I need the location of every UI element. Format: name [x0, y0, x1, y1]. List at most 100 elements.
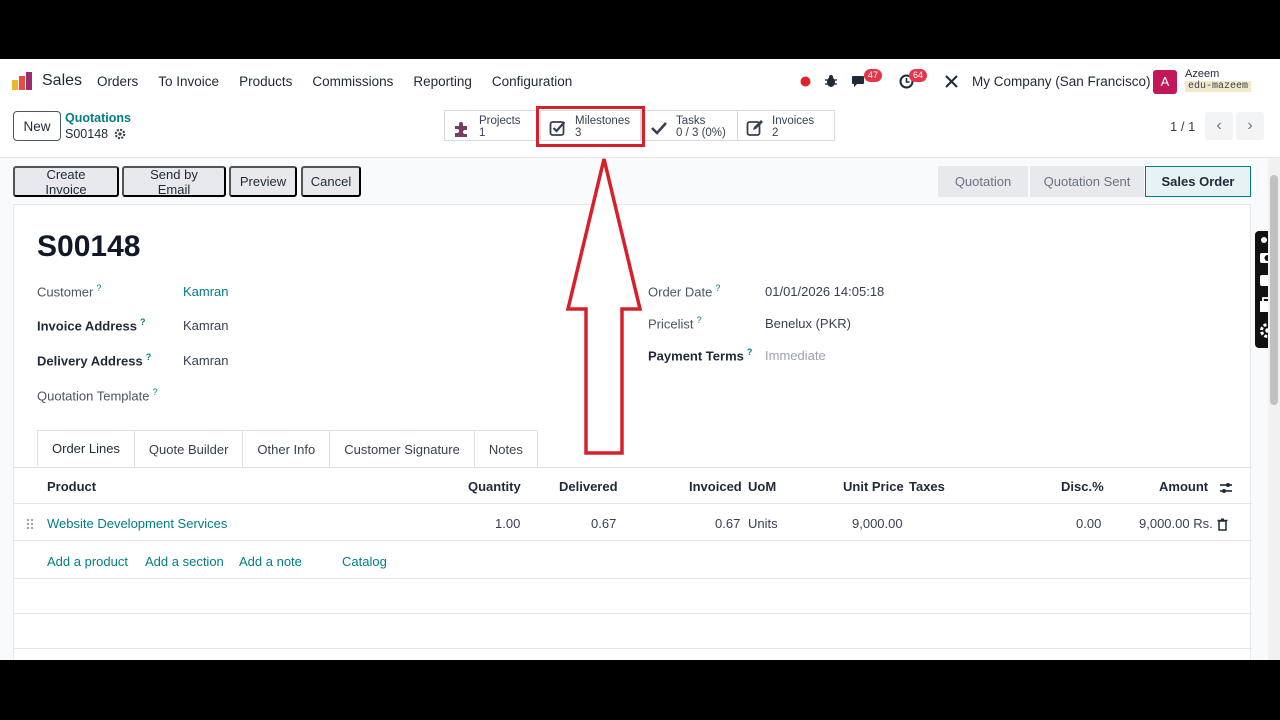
pager-next-button[interactable]: › [1236, 112, 1264, 140]
column-product[interactable]: Product [47, 479, 96, 494]
menu-orders[interactable]: Orders [97, 74, 138, 89]
tab-other-info[interactable]: Other Info [242, 430, 331, 467]
status-quotation[interactable]: Quotation [938, 166, 1028, 197]
check-icon [651, 122, 667, 135]
tab-notes[interactable]: Notes [473, 430, 538, 467]
column-invoiced[interactable]: Invoiced [689, 479, 742, 494]
status-quotation-sent[interactable]: Quotation Sent [1030, 166, 1144, 197]
payment-terms-label: Payment Terms? [648, 347, 752, 363]
row-divider [14, 648, 1252, 649]
help-mark[interactable]: ? [747, 347, 753, 357]
trash-icon[interactable] [1217, 518, 1228, 531]
line-delivered[interactable]: 0.67 [591, 516, 616, 531]
column-delivered[interactable]: Delivered [559, 479, 618, 494]
user-avatar[interactable]: A [1153, 70, 1177, 94]
cancel-button[interactable]: Cancel [301, 166, 361, 197]
pricelist-label: Pricelist? [648, 315, 702, 331]
projects-label: Projects [479, 115, 521, 127]
new-button[interactable]: New [13, 111, 61, 141]
delivery-address-label-text: Delivery Address [37, 353, 143, 369]
quotation-template-label-text: Quotation Template [37, 388, 150, 404]
line-invoiced: 0.67 [715, 516, 741, 531]
menu-reporting[interactable]: Reporting [413, 74, 472, 89]
tools-icon[interactable] [944, 74, 959, 89]
help-mark[interactable]: ? [146, 352, 152, 362]
send-by-email-button[interactable]: Send by Email [122, 166, 226, 197]
customer-field[interactable]: Kamran [183, 284, 229, 299]
add-product-link[interactable]: Add a product [47, 554, 128, 569]
column-unit-price[interactable]: Unit Price [843, 479, 904, 494]
menu-to-invoice[interactable]: To Invoice [158, 74, 219, 89]
annotation-highlight-box [536, 106, 645, 147]
projects-smart-button[interactable]: Projects 1 [444, 110, 537, 141]
notebook-tabs: Order Lines Quote Builder Other Info Cus… [37, 430, 538, 467]
projects-count: 1 [479, 127, 486, 139]
order-date-label: Order Date? [648, 283, 720, 299]
sales-app-icon[interactable] [12, 72, 32, 90]
delivery-address-label: Delivery Address? [37, 352, 151, 368]
line-amount: 9,000.00 Rs. [1139, 516, 1213, 531]
help-mark[interactable]: ? [715, 283, 720, 293]
tab-customer-signature[interactable]: Customer Signature [329, 430, 475, 467]
row-divider [14, 503, 1252, 504]
main-menu: Orders To Invoice Products Commissions R… [97, 74, 592, 89]
add-note-link[interactable]: Add a note [239, 554, 302, 569]
menu-configuration[interactable]: Configuration [492, 74, 572, 89]
payment-terms-label-text: Payment Terms [648, 348, 744, 364]
pricelist-field[interactable]: Benelux (PKR) [765, 316, 851, 331]
breadcrumb-current-label: S00148 [65, 127, 109, 141]
optional-columns-icon[interactable] [1219, 481, 1233, 495]
app-name[interactable]: Sales [42, 72, 82, 90]
tab-order-lines[interactable]: Order Lines [37, 430, 135, 467]
drag-handle-icon[interactable] [26, 518, 34, 530]
invoice-address-label: Invoice Address? [37, 317, 145, 333]
delivery-address-field[interactable]: Kamran [183, 353, 229, 368]
invoices-count: 2 [772, 127, 779, 139]
chevron-left-icon: ‹ [1216, 117, 1222, 134]
line-unit-price[interactable]: 9,000.00 [852, 516, 903, 531]
payment-terms-field[interactable]: Immediate [765, 348, 826, 363]
bug-icon[interactable] [824, 74, 838, 88]
invoice-address-field[interactable]: Kamran [183, 318, 229, 333]
order-date-field[interactable]: 01/01/2026 14:05:18 [765, 284, 884, 299]
recording-dot-icon[interactable] [800, 76, 811, 87]
column-amount[interactable]: Amount [1159, 479, 1208, 494]
annotation-up-arrow [565, 158, 643, 455]
tab-quote-builder[interactable]: Quote Builder [133, 430, 244, 467]
breadcrumb-quotations[interactable]: Quotations [65, 111, 131, 125]
messages-badge: 47 [864, 69, 883, 82]
row-divider [14, 613, 1252, 614]
line-uom[interactable]: Units [748, 516, 778, 531]
column-uom[interactable]: UoM [748, 479, 776, 494]
help-mark[interactable]: ? [96, 283, 101, 293]
line-quantity[interactable]: 1.00 [495, 516, 520, 531]
tab-divider [14, 467, 1252, 468]
menu-products[interactable]: Products [239, 74, 292, 89]
create-invoice-button[interactable]: Create Invoice [13, 166, 119, 197]
help-mark[interactable]: ? [140, 317, 146, 327]
help-mark[interactable]: ? [697, 315, 702, 325]
column-discount[interactable]: Disc.% [1061, 479, 1104, 494]
column-quantity[interactable]: Quantity [468, 479, 521, 494]
user-name[interactable]: Azeem [1185, 68, 1219, 80]
line-discount[interactable]: 0.00 [1076, 516, 1101, 531]
preview-button[interactable]: Preview [229, 166, 297, 197]
pager-value[interactable]: 1 / 1 [1170, 119, 1195, 134]
pager-previous-button[interactable]: ‹ [1205, 112, 1233, 140]
tasks-smart-button[interactable]: Tasks 0 / 3 (0%) [641, 110, 738, 141]
invoice-address-label-text: Invoice Address [37, 318, 137, 334]
column-taxes[interactable]: Taxes [909, 479, 945, 494]
catalog-link[interactable]: Catalog [342, 554, 387, 569]
gear-icon[interactable] [114, 128, 126, 140]
menu-commissions[interactable]: Commissions [312, 74, 393, 89]
status-sales-order[interactable]: Sales Order [1145, 166, 1251, 197]
company-switcher[interactable]: My Company (San Francisco) [972, 74, 1151, 89]
line-product[interactable]: Website Development Services [47, 516, 227, 531]
add-section-link[interactable]: Add a section [145, 554, 224, 569]
page-scrollbar[interactable] [1268, 158, 1280, 660]
database-name: edu-mazeem [1185, 81, 1252, 92]
pricelist-label-text: Pricelist [648, 316, 694, 332]
scrollbar-thumb[interactable] [1270, 175, 1278, 405]
invoices-smart-button[interactable]: Invoices 2 [737, 110, 835, 141]
help-mark[interactable]: ? [153, 387, 158, 397]
